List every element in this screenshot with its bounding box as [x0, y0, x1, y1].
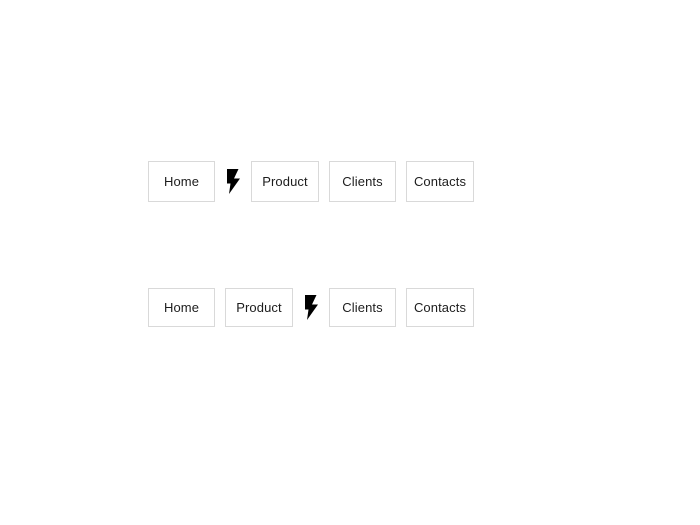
- nav-item-label: Clients: [342, 300, 383, 315]
- nav-item-label: Clients: [342, 174, 383, 189]
- nav-item-contacts[interactable]: Contacts: [406, 161, 474, 202]
- nav-item-label: Product: [262, 174, 308, 189]
- lightning-bolt-icon[interactable]: [225, 169, 241, 194]
- nav-item-label: Home: [163, 174, 200, 189]
- canvas: Home Product Clients Contacts Home Produ…: [0, 0, 700, 525]
- nav-row-before: Home Product Clients Contacts: [148, 161, 474, 202]
- nav-item-clients[interactable]: Clients: [329, 161, 396, 202]
- nav-item-home[interactable]: Home: [148, 161, 215, 202]
- nav-item-clients[interactable]: Clients: [329, 288, 396, 327]
- nav-item-home[interactable]: Home: [148, 288, 215, 327]
- nav-item-label: Home: [163, 300, 200, 315]
- lightning-bolt-icon[interactable]: [303, 295, 319, 320]
- nav-item-label: Contacts: [413, 300, 467, 315]
- nav-item-contacts[interactable]: Contacts: [406, 288, 474, 327]
- nav-row-after: Home Product Clients Contacts: [148, 288, 474, 327]
- nav-item-product[interactable]: Product: [251, 161, 319, 202]
- nav-item-label: Contacts: [413, 174, 467, 189]
- nav-item-label: Product: [236, 300, 282, 315]
- nav-item-product[interactable]: Product: [225, 288, 293, 327]
